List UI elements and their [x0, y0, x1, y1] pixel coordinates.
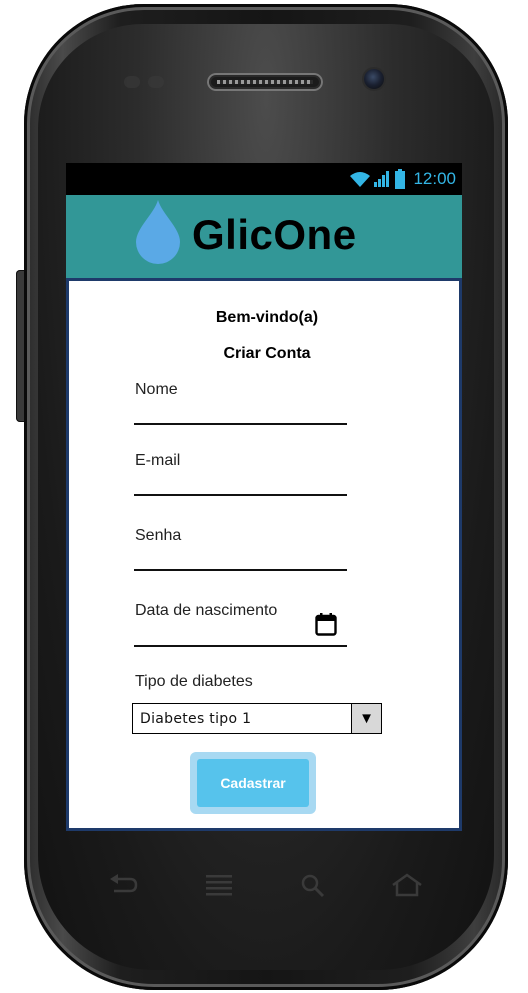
app-title: GlicOne: [192, 211, 357, 258]
diabetes-type-value: Diabetes tipo 1: [140, 711, 252, 727]
search-icon[interactable]: [296, 872, 330, 898]
battery-icon: [395, 169, 406, 189]
phone-screen: 12:00 GlicOne Bem-vindo(a) Criar Conta N…: [66, 163, 462, 831]
dropdown-arrow-icon[interactable]: ▼: [351, 704, 381, 733]
password-field[interactable]: [134, 569, 347, 571]
sensor: [124, 76, 140, 88]
register-button-label: Cadastrar: [197, 759, 309, 807]
email-field[interactable]: [134, 494, 347, 496]
name-field[interactable]: [134, 423, 347, 425]
name-label: Nome: [135, 381, 178, 398]
welcome-heading: Bem-vindo(a): [215, 309, 319, 326]
password-label: Senha: [135, 527, 182, 544]
status-bar: 12:00: [66, 163, 462, 195]
calendar-icon[interactable]: [315, 612, 337, 636]
front-camera: [364, 69, 384, 89]
signal-icon: [374, 171, 390, 187]
diabetes-type-select[interactable]: Diabetes tipo 1 ▼: [132, 703, 382, 734]
wifi-icon: [350, 172, 371, 187]
register-button[interactable]: Cadastrar: [190, 752, 316, 814]
birthdate-label: Data de nascimento: [135, 602, 278, 619]
home-icon[interactable]: [390, 872, 424, 898]
form-subtitle: Criar Conta: [223, 345, 311, 362]
sensor: [148, 76, 164, 88]
water-drop-icon: [136, 200, 180, 264]
email-label: E-mail: [135, 452, 181, 469]
birthdate-field[interactable]: [134, 645, 347, 647]
diabetes-type-label: Tipo de diabetes: [135, 673, 253, 690]
menu-icon[interactable]: [202, 872, 236, 898]
earpiece-speaker: [207, 73, 323, 91]
app-header: GlicOne: [66, 195, 462, 281]
status-time: 12:00: [413, 169, 456, 188]
back-icon[interactable]: [106, 872, 140, 898]
signup-form: Bem-vindo(a) Criar Conta Nome E-mail Sen…: [66, 281, 462, 831]
